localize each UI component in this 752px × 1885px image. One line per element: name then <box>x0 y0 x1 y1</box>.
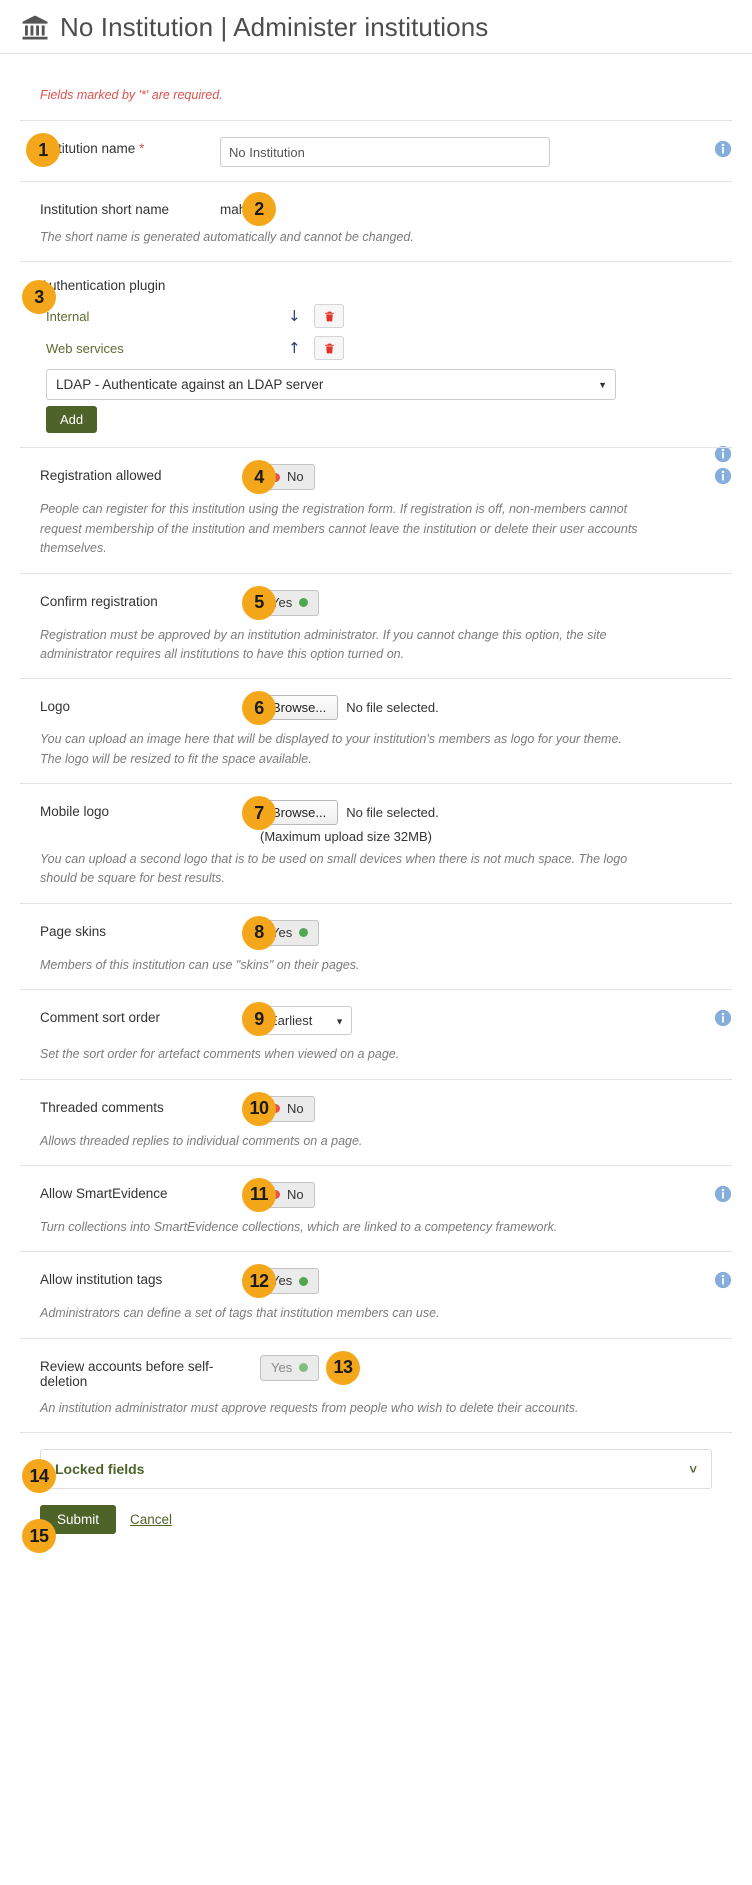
locked-fields-section: 14 Locked fields ˅ <box>20 1432 732 1493</box>
help-allow-smartevidence: Turn collections into SmartEvidence coll… <box>40 1219 558 1234</box>
info-icon[interactable] <box>714 140 732 158</box>
callout-badge-6: 6 <box>242 691 276 726</box>
list-item: Web services ↑ <box>46 333 732 363</box>
field-row-mobile-logo: 7 Mobile logo Browse... No file selected… <box>20 783 732 903</box>
callout-badge-10: 10 <box>242 1091 276 1126</box>
info-icon[interactable] <box>714 1009 732 1027</box>
callout-badge-9: 9 <box>242 1002 276 1037</box>
help-confirm-registration: Registration must be approved by an inst… <box>40 627 607 661</box>
info-icon[interactable] <box>714 1185 732 1203</box>
auth-plugin-name: Web services <box>46 340 124 356</box>
status-dot-on-icon <box>299 1363 309 1373</box>
callout-badge-12: 12 <box>242 1264 276 1299</box>
auth-plugin-select[interactable]: LDAP - Authenticate against an LDAP serv… <box>46 369 616 401</box>
move-up-arrow-icon[interactable]: ↑ <box>282 340 304 357</box>
label-threaded-comments: Threaded comments <box>40 1099 164 1115</box>
page-title: No Institution | Administer institutions <box>60 12 489 42</box>
field-row-logo: 6 Logo Browse... No file selected. You c… <box>20 678 732 783</box>
mobile-logo-file-picker: Browse... No file selected. <box>260 800 439 825</box>
field-row-comment-sort-order: 9 Comment sort order Earliest ▼ Set the … <box>20 989 732 1078</box>
field-row-confirm-registration: 5 Confirm registration Yes Registration … <box>20 572 732 679</box>
callout-badge-15: 15 <box>22 1519 56 1553</box>
help-threaded-comments: Allows threaded replies to individual co… <box>40 1133 363 1148</box>
field-row-registration-allowed: 4 Registration allowed No People can reg… <box>20 447 732 572</box>
field-row-allow-institution-tags: 12 Allow institution tags Yes Administra… <box>20 1251 732 1337</box>
callout-badge-13: 13 <box>326 1350 360 1385</box>
locked-fields-toggle[interactable]: Locked fields ˅ <box>40 1449 712 1489</box>
move-down-arrow-icon[interactable]: ↓ <box>282 308 304 325</box>
required-fields-note: Fields marked by '*' are required. <box>40 88 223 102</box>
logo-file-status: No file selected. <box>346 700 439 716</box>
status-dot-on-icon <box>299 1276 309 1286</box>
help-review-accounts-before-self-deletion: An institution administrator must approv… <box>40 1400 579 1415</box>
field-row-page-skins: 8 Page skins Yes Members of this institu… <box>20 902 732 989</box>
auth-plugin-select-wrapper: LDAP - Authenticate against an LDAP serv… <box>46 369 616 401</box>
callout-badge-5: 5 <box>242 585 276 620</box>
callout-badge-2: 2 <box>242 192 276 226</box>
field-row-institution-name: 1 Institution name * <box>20 120 732 181</box>
logo-file-picker: Browse... No file selected. <box>260 695 439 721</box>
help-registration-allowed: People can register for this institution… <box>40 502 638 556</box>
help-logo: You can upload an image here that will b… <box>40 732 622 766</box>
label-mobile-logo: Mobile logo <box>40 804 110 819</box>
callout-badge-14: 14 <box>22 1459 56 1493</box>
label-allow-smartevidence: Allow SmartEvidence <box>40 1185 168 1201</box>
toggle-value: Yes <box>271 1359 293 1375</box>
form-actions-section: 15 Submit Cancel <box>20 1505 732 1553</box>
institution-settings-form: Fields marked by '*' are required. 1 Ins… <box>0 88 752 1553</box>
add-auth-plugin-button[interactable]: Add <box>46 406 98 434</box>
field-row-institution-short-name: 2 Institution short name mahara The shor… <box>20 181 732 261</box>
help-allow-institution-tags: Administrators can define a set of tags … <box>40 1306 440 1321</box>
toggle-value: No <box>287 469 304 485</box>
label-authentication-plugin: Authentication plugin <box>40 278 166 294</box>
authentication-plugin-list: Internal ↓ Web services ↑ <box>46 301 732 363</box>
label-confirm-registration: Confirm registration <box>40 593 158 609</box>
locked-fields-title: Locked fields <box>55 1461 145 1477</box>
label-review-accounts-before-self-deletion: Review accounts before self-deletion <box>40 1358 214 1389</box>
field-row-allow-smartevidence: 11 Allow SmartEvidence No Turn collectio… <box>20 1164 732 1251</box>
callout-badge-11: 11 <box>242 1177 276 1212</box>
bank-icon <box>20 13 50 43</box>
label-comment-sort-order: Comment sort order <box>40 1010 161 1026</box>
info-icon[interactable] <box>714 467 732 485</box>
page-header: No Institution | Administer institutions <box>0 0 752 54</box>
help-mobile-logo: You can upload a second logo that is to … <box>40 852 628 886</box>
institution-name-input[interactable] <box>220 137 550 167</box>
cancel-link[interactable]: Cancel <box>130 1512 172 1527</box>
field-row-threaded-comments: 10 Threaded comments No Allows threaded … <box>20 1078 732 1165</box>
chevron-down-icon: ˅ <box>689 1461 697 1477</box>
toggle-value: No <box>287 1100 304 1116</box>
mobile-logo-file-status: No file selected. <box>346 805 439 820</box>
status-dot-on-icon <box>299 928 309 938</box>
help-institution-short-name: The short name is generated automaticall… <box>40 230 414 244</box>
auth-plugin-name: Internal <box>46 308 90 324</box>
delete-icon[interactable] <box>314 336 344 361</box>
toggle-value: No <box>287 1186 304 1202</box>
max-upload-size-note: (Maximum upload size 32MB) <box>260 829 432 844</box>
callout-badge-1: 1 <box>26 133 60 167</box>
label-institution-short-name: Institution short name <box>40 202 170 217</box>
field-row-review-accounts-before-self-deletion: 13 Review accounts before self-deletion … <box>20 1337 732 1432</box>
label-logo: Logo <box>40 699 71 715</box>
status-dot-on-icon <box>299 598 309 607</box>
callout-badge-8: 8 <box>242 915 276 950</box>
list-item: Internal ↓ <box>46 301 732 331</box>
label-page-skins: Page skins <box>40 923 107 939</box>
field-row-authentication-plugin: 3 Authentication plugin Internal ↓ Web s… <box>20 261 732 463</box>
help-page-skins: Members of this institution can use "ski… <box>40 957 360 972</box>
info-icon[interactable] <box>714 1271 732 1289</box>
label-allow-institution-tags: Allow institution tags <box>40 1272 163 1288</box>
required-asterisk: * <box>139 141 145 156</box>
callout-badge-7: 7 <box>242 796 276 830</box>
help-comment-sort-order: Set the sort order for artefact comments… <box>40 1047 400 1062</box>
label-registration-allowed: Registration allowed <box>40 468 162 484</box>
review-accounts-before-self-deletion-toggle[interactable]: Yes <box>260 1354 320 1381</box>
delete-icon[interactable] <box>314 304 344 329</box>
